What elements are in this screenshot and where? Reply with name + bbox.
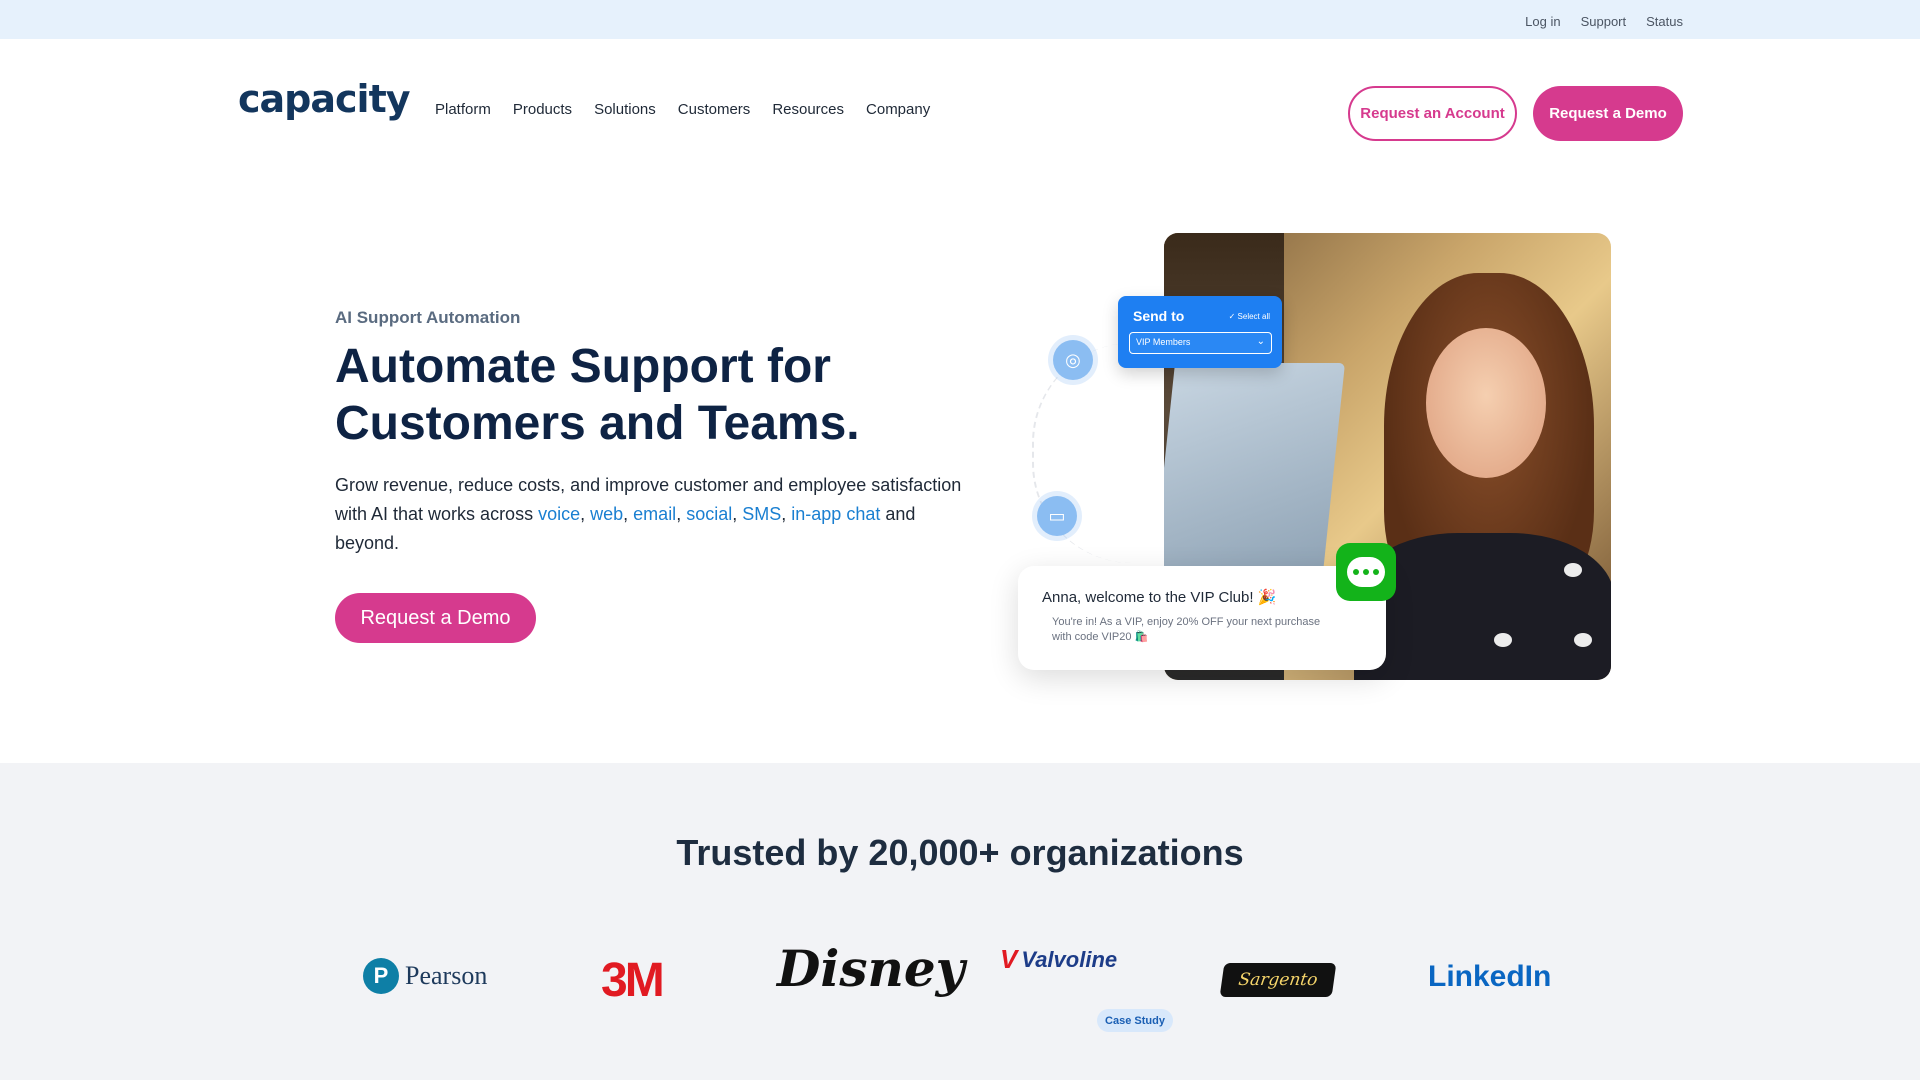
utility-links: Log in Support Status <box>1525 14 1683 29</box>
send-to-card: Send to ✓ Select all VIP Members ⌄ <box>1118 296 1282 368</box>
nav-item-platform[interactable]: Platform <box>435 101 491 118</box>
valvoline-logo: V Valvoline <box>1000 944 1117 975</box>
case-study-badge[interactable]: Case Study <box>1097 1009 1173 1032</box>
channel-link-voice[interactable]: voice <box>538 504 580 524</box>
hero-eyebrow: AI Support Automation <box>335 308 521 327</box>
disney-logo: Disney <box>777 939 965 998</box>
3m-logo: 3M <box>601 954 665 1007</box>
nav-item-products[interactable]: Products <box>513 101 572 118</box>
photo-laptop <box>1164 363 1346 573</box>
send-to-title: Send to <box>1133 308 1185 324</box>
request-account-button[interactable]: Request an Account <box>1348 86 1517 141</box>
select-all-label: Select all <box>1237 312 1270 321</box>
pearson-logo: P Pearson <box>363 958 487 994</box>
nav-item-customers[interactable]: Customers <box>678 101 751 118</box>
target-icon: ◎ <box>1053 340 1093 380</box>
nav-item-resources[interactable]: Resources <box>772 101 844 118</box>
dress-dot <box>1574 633 1592 647</box>
dress-dot <box>1494 633 1512 647</box>
trusted-section <box>0 763 1920 1080</box>
pearson-wordmark: Pearson <box>405 961 488 990</box>
utility-bar: Log in Support Status <box>0 0 1920 39</box>
audience-selected-value: VIP Members <box>1136 337 1191 347</box>
notification-title: Anna, welcome to the VIP Club! 🎉 <box>1042 589 1277 606</box>
sargento-logo: Sargento <box>1219 963 1337 997</box>
valvoline-wordmark: Valvoline <box>1021 946 1118 972</box>
linkedin-wordmark: LinkedIn <box>1428 960 1552 993</box>
capacity-logo[interactable]: capacity <box>238 77 410 121</box>
linkedin-logo: LinkedIn <box>1428 960 1551 994</box>
nav-item-solutions[interactable]: Solutions <box>594 101 656 118</box>
header-request-demo-button[interactable]: Request a Demo <box>1533 86 1683 141</box>
valvoline-v-icon: V <box>1000 944 1018 974</box>
status-link[interactable]: Status <box>1646 14 1683 29</box>
main-nav: Platform Products Solutions Customers Re… <box>435 101 930 118</box>
dress-dot <box>1564 563 1582 577</box>
hero-subtext: Grow revenue, reduce costs, and improve … <box>335 475 962 553</box>
chat-dots <box>1347 557 1385 587</box>
channel-link-social[interactable]: social <box>686 504 732 524</box>
notification-body: You're in! As a VIP, enjoy 20% OFF your … <box>1052 616 1321 643</box>
chevron-down-icon: ⌄ <box>1256 336 1265 347</box>
vip-notification-card: Anna, welcome to the VIP Club! 🎉 You're … <box>1018 566 1386 670</box>
channel-link-web[interactable]: web <box>590 504 623 524</box>
nav-item-company[interactable]: Company <box>866 101 930 118</box>
hero-headline: Automate Support for Customers and Teams… <box>335 340 860 450</box>
channel-link-sms[interactable]: SMS <box>742 504 781 524</box>
pearson-p-icon: P <box>363 958 399 994</box>
channel-link-in-app-chat[interactable]: in-app chat <box>791 504 880 524</box>
trusted-title: Trusted by 20,000+ organizations <box>676 832 1244 873</box>
select-all-toggle[interactable]: ✓ Select all <box>1229 312 1270 321</box>
login-link[interactable]: Log in <box>1525 14 1560 29</box>
hero-request-demo-button[interactable]: Request a Demo <box>335 593 536 643</box>
site-header: capacity Platform Products Solutions Cus… <box>0 39 1920 149</box>
audience-select[interactable]: VIP Members ⌄ <box>1129 332 1272 354</box>
support-link[interactable]: Support <box>1581 14 1627 29</box>
channel-link-email[interactable]: email <box>633 504 676 524</box>
laptop-icon: ▭ <box>1037 496 1077 536</box>
photo-person-face <box>1426 328 1546 478</box>
chat-bubble-icon <box>1336 543 1396 601</box>
